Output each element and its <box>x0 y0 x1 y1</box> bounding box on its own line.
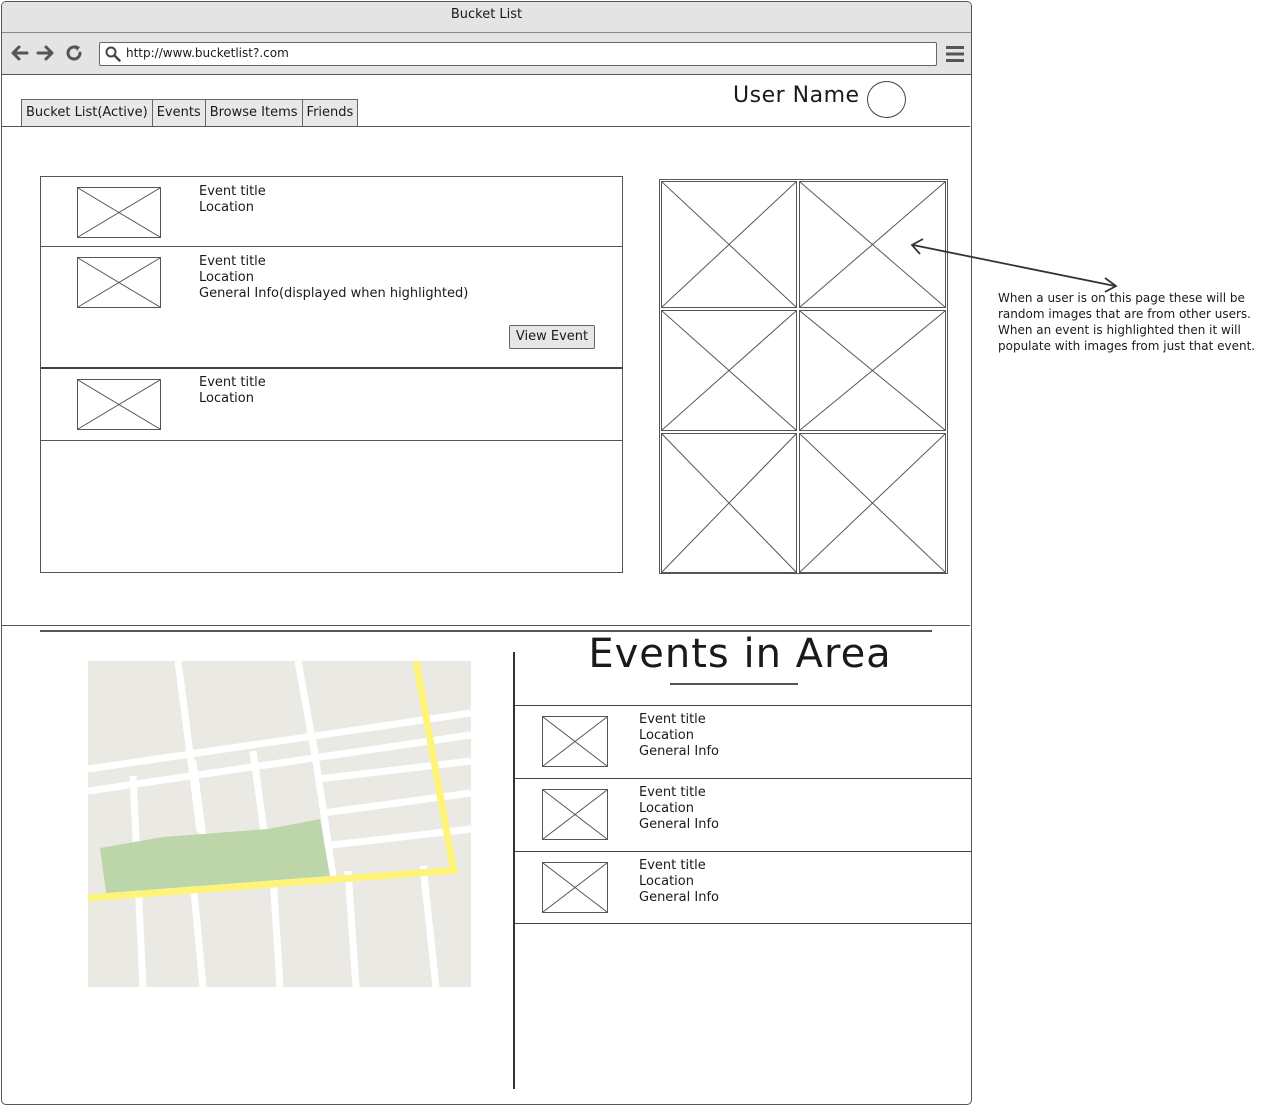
annotation-note: When a user is on this page these will b… <box>998 291 1256 353</box>
avatar[interactable] <box>867 81 906 118</box>
event-title: Event title <box>199 254 266 269</box>
list-item[interactable]: Event title Location <box>41 369 623 441</box>
main-tabs: Bucket List(Active) Events Browse Items … <box>21 99 359 126</box>
event-title: Event title <box>199 184 266 199</box>
event-location: Location <box>199 200 254 215</box>
list-item[interactable]: Event title Location General Info <box>514 851 972 924</box>
event-title: Event title <box>639 712 706 727</box>
event-title: Event title <box>639 858 706 873</box>
image-placeholder-icon[interactable] <box>799 433 946 573</box>
image-placeholder-icon <box>542 789 608 840</box>
refresh-icon[interactable] <box>64 43 84 63</box>
event-info: General Info <box>639 817 719 832</box>
list-item-highlighted[interactable]: Event title Location General Info(displa… <box>41 247 623 369</box>
image-placeholder-icon <box>77 257 161 308</box>
image-placeholder-icon[interactable] <box>661 433 797 573</box>
event-info: General Info <box>639 890 719 905</box>
tab-browse-items[interactable]: Browse Items <box>204 99 303 126</box>
image-placeholder-icon <box>77 187 161 238</box>
map-view[interactable] <box>88 661 471 987</box>
back-arrow-icon[interactable] <box>10 43 30 63</box>
user-name[interactable]: User Name <box>733 83 860 108</box>
list-item[interactable]: Event title Location <box>41 177 623 247</box>
tab-friends[interactable]: Friends <box>301 99 359 126</box>
event-info: General Info <box>639 744 719 759</box>
list-item[interactable]: Event title Location General Info <box>514 778 972 851</box>
image-placeholder-icon[interactable] <box>661 310 797 431</box>
view-event-button[interactable]: View Event <box>509 325 595 349</box>
search-icon <box>105 46 121 62</box>
menu-icon[interactable] <box>945 45 965 63</box>
event-location: Location <box>639 728 694 743</box>
image-placeholder-icon <box>542 862 608 913</box>
window-title: Bucket List <box>2 2 971 33</box>
forward-arrow-icon[interactable] <box>35 43 55 63</box>
tab-events[interactable]: Events <box>151 99 206 126</box>
event-title: Event title <box>199 375 266 390</box>
url-text: http://www.bucketlist?.com <box>126 46 289 60</box>
list-item[interactable]: Event title Location General Info <box>514 705 972 778</box>
event-location: Location <box>639 801 694 816</box>
event-title: Event title <box>639 785 706 800</box>
title-underline <box>670 683 798 685</box>
event-info: General Info(displayed when highlighted) <box>199 286 469 301</box>
annotation-arrow-icon <box>910 238 1118 293</box>
bucket-event-list: Event title Location Event title Locatio… <box>40 176 623 573</box>
tab-bucket-list[interactable]: Bucket List(Active) <box>21 99 153 126</box>
image-placeholder-icon <box>542 716 608 767</box>
browser-toolbar: http://www.bucketlist?.com <box>2 33 971 75</box>
image-placeholder-icon <box>77 379 161 430</box>
image-placeholder-icon[interactable] <box>661 181 797 308</box>
event-location: Location <box>639 874 694 889</box>
events-in-area-title: Events in Area <box>588 631 892 677</box>
event-location: Location <box>199 270 254 285</box>
url-input[interactable]: http://www.bucketlist?.com <box>99 42 937 66</box>
image-placeholder-icon[interactable] <box>799 310 946 431</box>
event-location: Location <box>199 391 254 406</box>
